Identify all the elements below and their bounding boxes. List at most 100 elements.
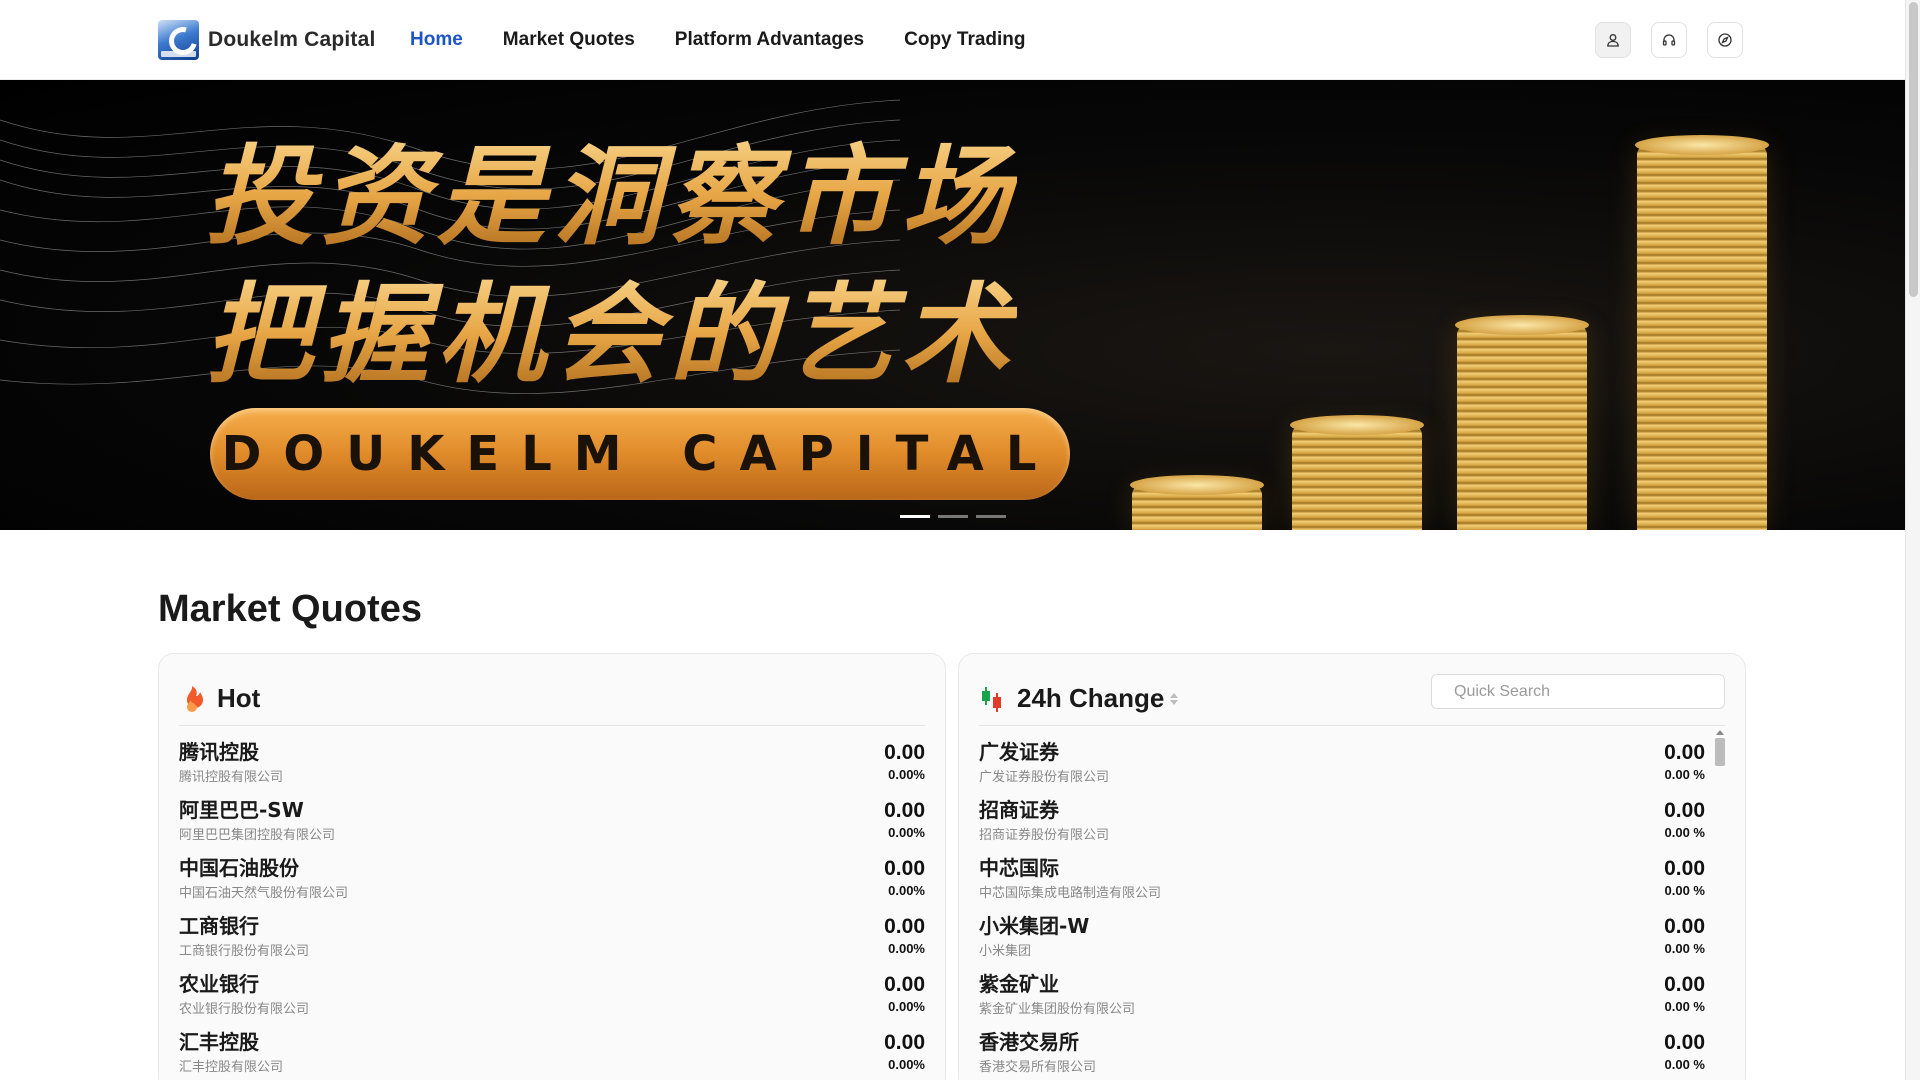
list-item[interactable]: 腾讯控股 腾讯控股有限公司 0.00 0.00%	[179, 736, 925, 794]
nav-platform-advantages[interactable]: Platform Advantages	[675, 29, 864, 51]
stock-name: 农业银行	[179, 972, 259, 996]
stock-price: 0.00	[1664, 1031, 1705, 1054]
change-24h-card: 24h Change 广发证券 广发证券股份有限公司 0.00 0.00 % 招…	[958, 653, 1746, 1080]
page: Doukelm Capital Home Market Quotes Platf…	[0, 0, 1920, 1080]
list-scrollbar-thumb[interactable]	[1714, 738, 1725, 766]
list-item[interactable]: 小米集团-W 小米集团 0.00 0.00 %	[979, 910, 1705, 968]
stock-full-name: 小米集团	[979, 944, 1032, 959]
brand-logo[interactable]: Doukelm Capital	[158, 20, 376, 60]
stock-price: 0.00	[884, 741, 925, 764]
stock-full-name: 香港交易所有限公司	[979, 1060, 1097, 1075]
stock-change: 0.00 %	[1664, 941, 1705, 956]
carousel-indicators	[900, 515, 1014, 518]
hot-list: 腾讯控股 腾讯控股有限公司 0.00 0.00% 阿里巴巴-SW 阿里巴巴集团控…	[179, 736, 925, 1080]
stock-full-name: 紫金矿业集团股份有限公司	[979, 1002, 1136, 1017]
banner-brand-pill: DOUKELM CAPITAL	[210, 408, 1070, 500]
stock-full-name: 阿里巴巴集团控股有限公司	[179, 828, 336, 843]
list-item[interactable]: 中芯国际 中芯国际集成电路制造有限公司 0.00 0.00 %	[979, 852, 1705, 910]
brand-name: Doukelm Capital	[208, 28, 376, 51]
stock-name: 香港交易所	[979, 1030, 1079, 1054]
user-icon	[1607, 34, 1619, 47]
stock-name: 广发证券	[979, 740, 1059, 764]
nav-market-quotes[interactable]: Market Quotes	[503, 29, 635, 51]
list-item[interactable]: 汇丰控股 汇丰控股有限公司 0.00 0.00%	[179, 1026, 925, 1080]
coin-stack-4	[1635, 135, 1769, 530]
stock-change: 0.00%	[888, 883, 925, 898]
quick-search-input[interactable]	[1431, 674, 1725, 709]
top-header: Doukelm Capital Home Market Quotes Platf…	[0, 0, 1905, 80]
stock-change: 0.00 %	[1664, 883, 1705, 898]
candlestick-icon	[982, 686, 1001, 712]
stock-change: 0.00%	[888, 941, 925, 956]
stock-price: 0.00	[1664, 857, 1705, 880]
stock-full-name: 农业银行股份有限公司	[179, 1002, 310, 1017]
explore-button[interactable]	[1707, 22, 1743, 58]
change-24h-list: 广发证券 广发证券股份有限公司 0.00 0.00 % 招商证券 招商证券股份有…	[979, 736, 1705, 1080]
stock-name: 中芯国际	[979, 856, 1059, 880]
hot-card-title: Hot	[217, 683, 261, 713]
page-scrollbar-thumb[interactable]	[1909, 2, 1918, 297]
stock-name: 小米集团-W	[979, 914, 1090, 938]
list-scrollbar[interactable]	[1714, 726, 1725, 1080]
banner-headline-2: 把握机会的艺术	[205, 248, 1017, 404]
stock-change: 0.00%	[888, 767, 925, 782]
fire-icon	[187, 685, 203, 712]
hot-card-header: Hot	[179, 672, 925, 726]
stock-price: 0.00	[884, 799, 925, 822]
nav-home[interactable]: Home	[410, 29, 463, 51]
banner-headline-1: 投资是洞察市场	[205, 110, 1017, 266]
main-nav: Home Market Quotes Platform Advantages C…	[410, 0, 1066, 80]
stock-price: 0.00	[1664, 799, 1705, 822]
list-item[interactable]: 招商证券 招商证券股份有限公司 0.00 0.00 %	[979, 794, 1705, 852]
stock-full-name: 汇丰控股有限公司	[179, 1060, 284, 1075]
coin-stack-3	[1455, 315, 1589, 530]
list-item[interactable]: 紫金矿业 紫金矿业集团股份有限公司 0.00 0.00 %	[979, 968, 1705, 1026]
nav-copy-trading[interactable]: Copy Trading	[904, 29, 1025, 51]
carousel-dot-1[interactable]	[900, 515, 930, 518]
stock-change: 0.00 %	[1664, 999, 1705, 1014]
header-actions	[1595, 22, 1743, 58]
stock-change: 0.00%	[888, 1057, 925, 1072]
stock-price: 0.00	[1664, 973, 1705, 996]
change-24h-title[interactable]: 24h Change	[1017, 683, 1164, 714]
hero-banner[interactable]: 投资是洞察市场 把握机会的艺术 DOUKELM CAPITAL	[0, 80, 1905, 530]
page-scrollbar[interactable]	[1905, 0, 1920, 1080]
stock-full-name: 中国石油天然气股份有限公司	[179, 886, 349, 901]
stock-change: 0.00%	[888, 999, 925, 1014]
stock-name: 招商证券	[979, 798, 1059, 822]
compass-icon	[1718, 33, 1732, 47]
user-button[interactable]	[1595, 22, 1631, 58]
logo-icon	[158, 20, 199, 60]
stock-price: 0.00	[884, 973, 925, 996]
support-button[interactable]	[1651, 22, 1687, 58]
stock-price: 0.00	[884, 1031, 925, 1054]
list-item[interactable]: 广发证券 广发证券股份有限公司 0.00 0.00 %	[979, 736, 1705, 794]
stock-name: 腾讯控股	[179, 740, 259, 764]
stock-change: 0.00 %	[1664, 767, 1705, 782]
stock-change: 0.00%	[888, 825, 925, 840]
list-item[interactable]: 中国石油股份 中国石油天然气股份有限公司 0.00 0.00%	[179, 852, 925, 910]
coin-stack-1	[1130, 475, 1264, 530]
sort-icon[interactable]	[1170, 692, 1179, 705]
banner-pill-text: DOUKELM CAPITAL	[221, 426, 1059, 482]
carousel-dot-3[interactable]	[976, 515, 1006, 518]
stock-name: 工商银行	[179, 914, 259, 938]
scroll-up-icon[interactable]	[1715, 730, 1724, 735]
stock-full-name: 工商银行股份有限公司	[179, 944, 310, 959]
stock-full-name: 招商证券股份有限公司	[979, 828, 1110, 843]
section-title: Market Quotes	[158, 588, 422, 630]
list-item[interactable]: 香港交易所 香港交易所有限公司 0.00 0.00 %	[979, 1026, 1705, 1080]
stock-name: 汇丰控股	[179, 1030, 259, 1054]
carousel-dot-2[interactable]	[938, 515, 968, 518]
hot-card: Hot 腾讯控股 腾讯控股有限公司 0.00 0.00% 阿里巴巴-SW 阿里巴…	[158, 653, 946, 1080]
stock-name: 紫金矿业	[979, 972, 1059, 996]
stock-price: 0.00	[1664, 741, 1705, 764]
list-item[interactable]: 工商银行 工商银行股份有限公司 0.00 0.00%	[179, 910, 925, 968]
stock-name: 中国石油股份	[179, 856, 299, 880]
list-item[interactable]: 阿里巴巴-SW 阿里巴巴集团控股有限公司 0.00 0.00%	[179, 794, 925, 852]
coin-stack-2	[1290, 415, 1424, 530]
stock-price: 0.00	[884, 915, 925, 938]
stock-change: 0.00 %	[1664, 825, 1705, 840]
list-item[interactable]: 农业银行 农业银行股份有限公司 0.00 0.00%	[179, 968, 925, 1026]
stock-price: 0.00	[884, 857, 925, 880]
